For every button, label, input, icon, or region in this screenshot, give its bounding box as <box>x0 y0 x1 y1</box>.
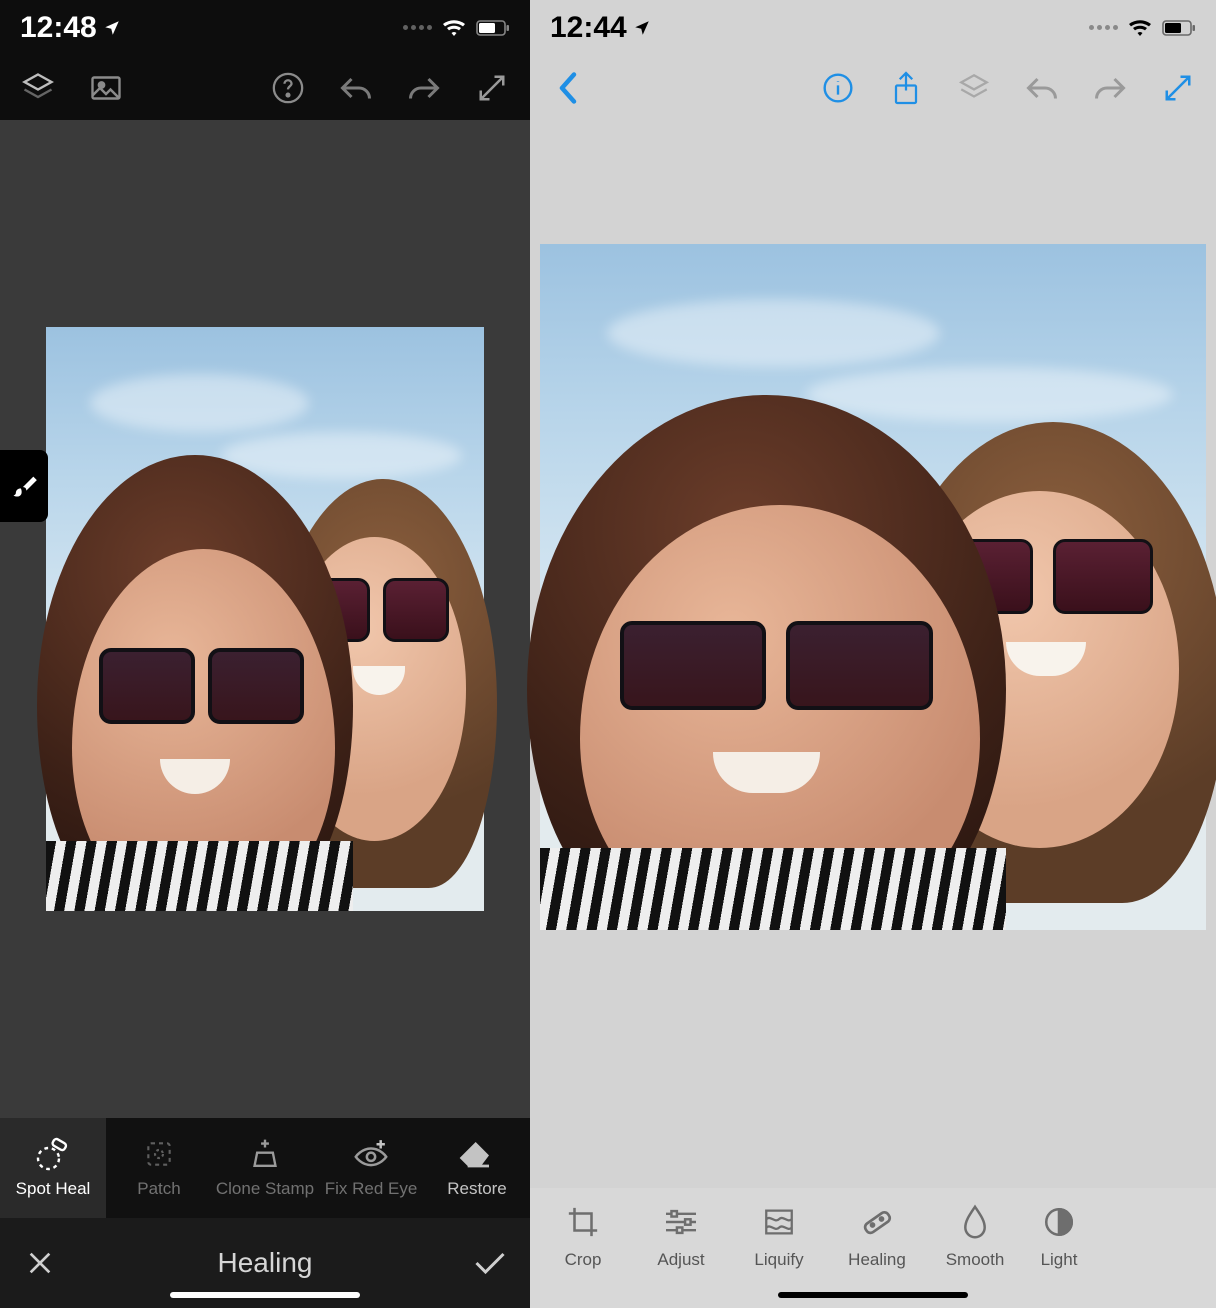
smooth-icon <box>960 1204 990 1240</box>
crop-icon <box>566 1204 600 1240</box>
status-right <box>403 18 510 38</box>
tool-label: Clone Stamp <box>216 1179 314 1199</box>
undo-icon[interactable] <box>1022 68 1062 108</box>
tool-label: Crop <box>565 1250 602 1270</box>
clock-text: 12:48 <box>20 11 97 45</box>
clock-text: 12:44 <box>550 11 627 45</box>
healing-tool-strip: Spot Heal Patch Clone Stamp Fix Red Eye <box>0 1118 530 1218</box>
layers-icon[interactable] <box>954 68 994 108</box>
screen-healing-editor: 12:48 <box>0 0 530 1308</box>
photo-content <box>46 327 484 911</box>
fullscreen-icon[interactable] <box>1158 68 1198 108</box>
screen-main-editor: 12:44 <box>530 0 1216 1308</box>
tool-restore[interactable]: Restore <box>424 1118 530 1218</box>
back-button[interactable] <box>548 68 588 108</box>
tool-fix-red-eye[interactable]: Fix Red Eye <box>318 1118 424 1218</box>
wifi-icon <box>442 18 466 38</box>
spot-heal-icon <box>35 1137 71 1171</box>
adjust-icon <box>663 1204 699 1240</box>
editor-topbar <box>0 55 530 120</box>
tool-healing[interactable]: Healing <box>828 1204 926 1270</box>
main-topbar <box>530 55 1216 120</box>
status-bar: 12:48 <box>0 0 530 55</box>
redo-icon[interactable] <box>404 68 444 108</box>
image-picker-icon[interactable] <box>86 68 126 108</box>
info-icon[interactable] <box>818 68 858 108</box>
pager-dots-icon <box>403 25 432 30</box>
status-time: 12:44 <box>550 11 651 45</box>
battery-icon <box>1162 20 1196 36</box>
tool-label: Light <box>1041 1250 1078 1270</box>
healing-icon <box>859 1204 895 1240</box>
tool-label: Smooth <box>946 1250 1005 1270</box>
status-right <box>1089 18 1196 38</box>
tool-label: Spot Heal <box>16 1179 91 1199</box>
home-indicator[interactable] <box>170 1292 360 1298</box>
battery-icon <box>476 20 510 36</box>
tool-label: Restore <box>447 1179 507 1199</box>
clone-stamp-icon <box>249 1137 281 1171</box>
canvas-area[interactable] <box>0 120 530 1118</box>
tool-label: Patch <box>137 1179 180 1199</box>
redo-icon[interactable] <box>1090 68 1130 108</box>
canvas-area[interactable] <box>530 120 1216 1188</box>
tool-label: Fix Red Eye <box>325 1179 418 1199</box>
tool-label: Liquify <box>754 1250 803 1270</box>
light-icon <box>1042 1204 1076 1240</box>
tool-clone-stamp[interactable]: Clone Stamp <box>212 1118 318 1218</box>
location-icon <box>103 19 121 37</box>
share-icon[interactable] <box>886 68 926 108</box>
tool-label: Adjust <box>657 1250 704 1270</box>
brush-tool-tab[interactable] <box>0 450 48 522</box>
red-eye-icon <box>353 1137 389 1171</box>
tool-label: Healing <box>848 1250 906 1270</box>
undo-icon[interactable] <box>336 68 376 108</box>
help-icon[interactable] <box>268 68 308 108</box>
tool-liquify[interactable]: Liquify <box>730 1204 828 1270</box>
eraser-icon <box>457 1137 497 1171</box>
location-icon <box>633 19 651 37</box>
tool-crop[interactable]: Crop <box>534 1204 632 1270</box>
patch-icon <box>143 1137 175 1171</box>
mode-title: Healing <box>218 1247 313 1279</box>
status-time: 12:48 <box>20 11 121 45</box>
tool-patch[interactable]: Patch <box>106 1118 212 1218</box>
tool-smooth[interactable]: Smooth <box>926 1204 1024 1270</box>
main-tool-strip[interactable]: Crop Adjust Liquify Healing <box>530 1188 1216 1308</box>
home-indicator[interactable] <box>778 1292 968 1298</box>
status-bar: 12:44 <box>530 0 1216 55</box>
wifi-icon <box>1128 18 1152 38</box>
tool-adjust[interactable]: Adjust <box>632 1204 730 1270</box>
tool-light[interactable]: Light <box>1024 1204 1094 1270</box>
confirm-button[interactable] <box>470 1243 510 1283</box>
pager-dots-icon <box>1089 25 1118 30</box>
fullscreen-icon[interactable] <box>472 68 512 108</box>
layers-icon[interactable] <box>18 68 58 108</box>
photo-content <box>540 244 1206 930</box>
cancel-button[interactable] <box>20 1243 60 1283</box>
tool-spot-heal[interactable]: Spot Heal <box>0 1118 106 1218</box>
liquify-icon <box>762 1204 796 1240</box>
